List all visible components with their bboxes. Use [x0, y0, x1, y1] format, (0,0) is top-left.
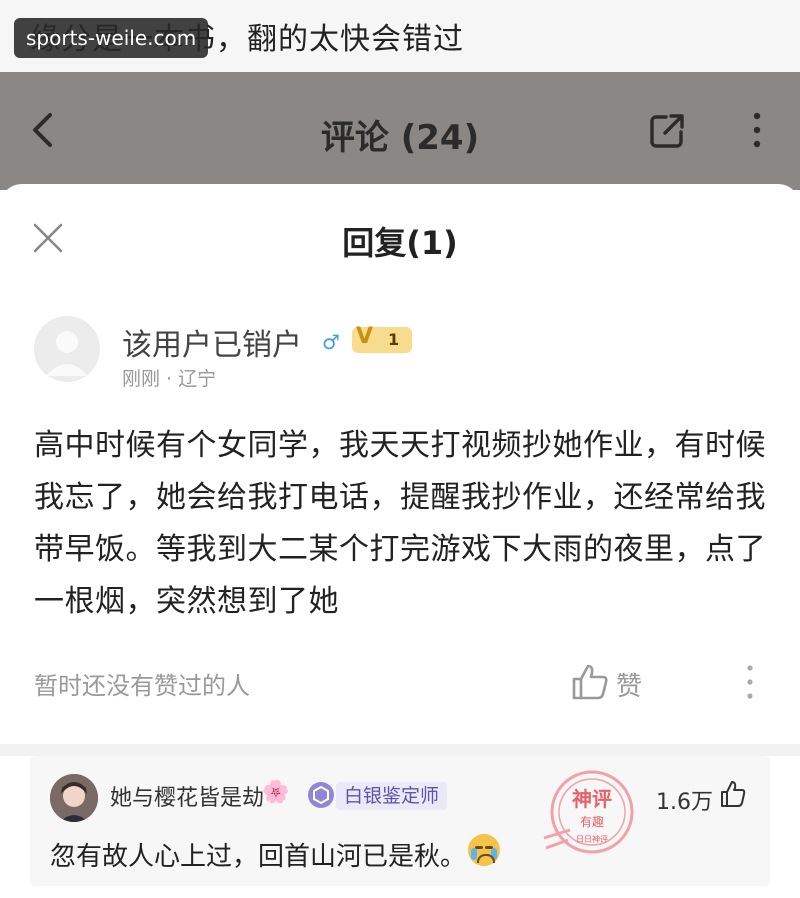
crying-face-icon — [468, 834, 500, 866]
card-username[interactable]: 她与樱花皆是劫 — [110, 780, 264, 812]
thumbs-up-icon — [572, 664, 608, 700]
more-options-button[interactable] — [742, 110, 772, 150]
sheet-title: 回复(1) — [342, 224, 458, 262]
more-vertical-icon — [747, 665, 753, 699]
level-number: 1 — [388, 330, 400, 349]
more-vertical-icon — [753, 112, 761, 148]
god-comment-text: 忽有故人心上过，回首山河已是秋。 — [50, 842, 467, 872]
reply-sheet: 回复(1) 该用户已销户 ♂ V 1 刚刚 · 辽宁 高中时候有个女同学，我天天… — [0, 184, 800, 744]
level-mark: V — [356, 324, 374, 349]
avatar[interactable] — [34, 316, 100, 382]
male-icon: ♂ — [322, 330, 340, 354]
like-label: 赞 — [616, 672, 643, 702]
like-button[interactable]: 赞 — [570, 662, 650, 702]
anime-avatar-icon — [50, 774, 98, 822]
appraiser-badge: 白银鉴定师 — [336, 782, 448, 810]
stamp-line2: 有趣 — [580, 814, 604, 829]
cherry-blossom-icon: 🌸 — [262, 780, 290, 805]
god-comment-stamp: 神评 有趣 日日神评 — [540, 760, 644, 864]
stamp-line1: 神评 — [572, 787, 612, 811]
appraiser-badge-icon — [308, 782, 334, 808]
level-badge: V 1 — [352, 324, 412, 354]
thumbs-up-icon — [721, 781, 746, 807]
like-button[interactable] — [720, 780, 746, 808]
share-button[interactable] — [648, 112, 686, 150]
comments-header: 评论 (24) — [0, 72, 800, 190]
comment-more-button[interactable] — [740, 662, 760, 702]
watermark-label: sports-weile.com — [14, 18, 209, 58]
comment-meta: 刚刚 · 辽宁 — [122, 368, 217, 390]
divider-band — [0, 744, 800, 756]
god-comment-card[interactable]: 她与樱花皆是劫 🌸 白银鉴定师 神评 有趣 日日神评 1.6万 忽有故人心上过，… — [30, 756, 770, 886]
avatar[interactable] — [50, 774, 98, 822]
default-avatar-icon — [46, 331, 88, 376]
share-icon — [650, 114, 684, 148]
no-likes-text: 暂时还没有赞过的人 — [34, 672, 250, 700]
comment-text: 高中时候有个女同学，我天天打视频抄她作业，有时候我忘了，她会给我打电话，提醒我抄… — [34, 428, 766, 619]
like-count: 1.6万 — [656, 790, 713, 815]
caption-strip: 缘分是一本书，翻的太快会错过 sports-weile.com — [0, 0, 800, 72]
stamp-line3: 日日神评 — [576, 834, 608, 844]
username[interactable]: 该用户已销户 — [122, 320, 302, 364]
